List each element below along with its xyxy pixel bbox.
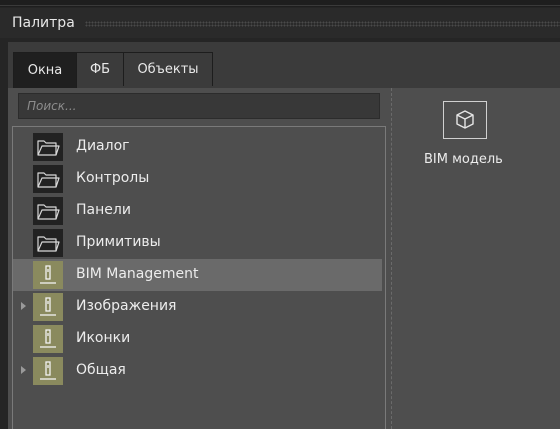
window-title: Палитра [12, 15, 75, 31]
tree-item-4[interactable]: BIM Management [13, 259, 382, 291]
tree-item-6[interactable]: Иконки [13, 323, 382, 355]
tree-item-2[interactable]: Панели [13, 195, 382, 227]
search-input[interactable] [18, 93, 380, 119]
expand-arrow-icon[interactable] [21, 366, 26, 374]
tab-objects[interactable]: Объекты [123, 52, 213, 86]
drag-grip[interactable] [85, 21, 560, 27]
tab-fb[interactable]: ФБ [76, 52, 124, 86]
bim-model-button[interactable] [443, 101, 487, 139]
tree-item-label: BIM Management [76, 266, 199, 282]
top-strip [0, 0, 560, 7]
bim-library-icon [33, 293, 63, 321]
tree-item-label: Общая [76, 362, 126, 378]
tree-item-label: Примитивы [76, 234, 161, 250]
palette-titlebar[interactable]: Палитра [0, 8, 560, 38]
folder-icon [33, 229, 63, 257]
cube-icon [456, 110, 474, 129]
tree-item-label: Панели [76, 202, 131, 218]
expand-arrow-icon[interactable] [21, 302, 26, 310]
tree-item-0[interactable]: Диалог [13, 131, 382, 163]
tab-bar: Окна ФБ Объекты [13, 52, 213, 88]
tree-item-7[interactable]: Общая [13, 355, 382, 387]
tree-item-1[interactable]: Контролы [13, 163, 382, 195]
tree-item-label: Контролы [76, 170, 150, 186]
folder-icon [33, 165, 63, 193]
folder-icon [33, 197, 63, 225]
top-divider [0, 5, 560, 6]
tree-item-label: Диалог [76, 138, 130, 154]
tab-windows[interactable]: Окна [13, 52, 77, 88]
tree-item-5[interactable]: Изображения [13, 291, 382, 323]
tree-item-label: Изображения [76, 298, 177, 314]
panel-splitter[interactable] [391, 88, 393, 429]
bim-model-label: BIM модель [424, 152, 503, 167]
bim-library-icon [33, 325, 63, 353]
folder-icon [33, 133, 63, 161]
bim-library-icon [33, 357, 63, 385]
tree-item-3[interactable]: Примитивы [13, 227, 382, 259]
bim-library-icon [33, 261, 63, 289]
tree-item-label: Иконки [76, 330, 131, 346]
tree-list: Диалог Контролы Панели Примитивы BIM Managem… [12, 126, 386, 429]
